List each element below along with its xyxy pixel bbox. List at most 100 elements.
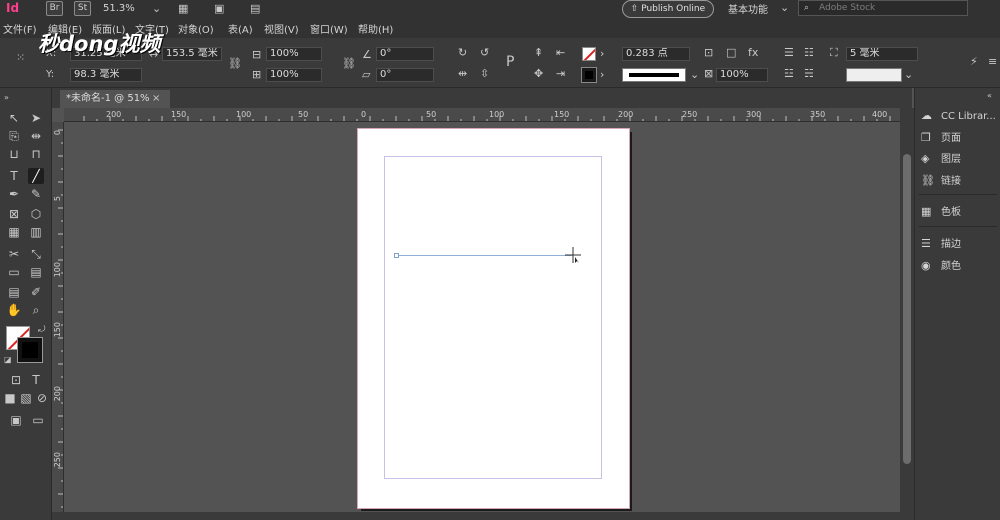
view-options-icon[interactable]: ▦ [178, 3, 188, 15]
free-transform-tool-icon[interactable]: ⤡ [28, 246, 44, 262]
panel-links[interactable]: ⛓ 链接 [921, 173, 1000, 189]
menu-help[interactable]: 帮助(H) [358, 21, 393, 36]
chevron-right-icon[interactable]: › [600, 48, 604, 60]
arrange-documents-icon[interactable]: ▤ [250, 3, 260, 15]
stroke-swatch[interactable] [581, 67, 597, 83]
rotation-angle-field[interactable]: 0° [376, 47, 434, 61]
shear-angle-field[interactable]: 0° [376, 68, 434, 82]
scrollbar-thumb[interactable] [903, 154, 911, 464]
panel-pages[interactable]: ❐ 页面 [921, 130, 1000, 146]
chevron-down-icon[interactable]: ⌄ [904, 69, 913, 81]
text-wrap-icon[interactable]: ⊡ [704, 47, 713, 59]
screen-mode-icon[interactable]: ▣ [214, 3, 224, 15]
panel-color[interactable]: ◉ 颜色 [921, 258, 1000, 274]
gradient-swatch-tool-icon[interactable]: ▭ [6, 264, 22, 280]
quick-apply-icon[interactable]: ⚡ [970, 56, 978, 68]
menu-file[interactable]: 文件(F) [3, 21, 37, 36]
panel-menu-icon[interactable]: ≡ [988, 56, 997, 68]
zoom-level[interactable]: 51.3% [103, 3, 135, 14]
workspace-switcher[interactable]: 基本功能 [728, 1, 768, 16]
pen-tool-icon[interactable]: ✒ [6, 186, 22, 202]
panel-layers[interactable]: ◈ 图层 [921, 151, 1000, 167]
rotate-ccw-icon[interactable]: ↺ [480, 47, 489, 59]
menu-object[interactable]: 对象(O) [178, 21, 214, 36]
vertical-scrollbar[interactable] [900, 108, 914, 520]
apply-none-icon[interactable]: ⊘ [34, 390, 50, 406]
opacity-field[interactable]: 100% [716, 68, 768, 82]
stroke-weight-field[interactable]: 0.283 点 [622, 47, 690, 61]
select-container-icon[interactable]: ⇞ [534, 47, 543, 59]
align-center-icon[interactable]: ☳ [784, 68, 794, 80]
select-previous-icon[interactable]: ⇤ [556, 47, 565, 59]
selection-tool-icon[interactable]: ↖ [6, 110, 22, 126]
bridge-button[interactable]: Br [46, 1, 63, 16]
scale-y-field[interactable]: 100% [266, 68, 322, 82]
indesign-app-icon[interactable]: Id [6, 1, 19, 15]
screen-mode-icon[interactable]: ▭ [30, 412, 46, 428]
collapse-panel-icon[interactable]: « [987, 90, 992, 102]
collapse-panel-icon[interactable]: » [4, 92, 9, 104]
gap-tool-icon[interactable]: ⇹ [28, 128, 44, 144]
stroke-type-selector[interactable] [622, 68, 686, 82]
direct-selection-tool-icon[interactable]: ➤ [28, 110, 44, 126]
type-tool-icon[interactable]: T [6, 168, 22, 184]
rotate-cw-icon[interactable]: ↻ [458, 47, 467, 59]
width-field[interactable]: 153.5 毫米 [162, 47, 222, 61]
scissors-tool-icon[interactable]: ✂ [6, 246, 22, 262]
auto-fit-icon[interactable]: ⛶ [830, 47, 838, 59]
align-icon[interactable]: ☰ [784, 47, 794, 59]
note-tool-icon[interactable]: ▤ [6, 284, 22, 300]
swap-colors-icon[interactable]: ⤾ [38, 324, 46, 336]
constrain-proportions-icon[interactable]: ⛓ [228, 58, 242, 70]
panel-stroke[interactable]: ☰ 描边 [921, 236, 1000, 252]
chevron-down-icon[interactable]: ⌄ [780, 2, 789, 14]
menu-view[interactable]: 视图(V) [264, 21, 299, 36]
chevron-right-icon[interactable]: › [600, 69, 604, 81]
menu-window[interactable]: 窗口(W) [310, 21, 348, 36]
grid-tool-icon[interactable]: ▥ [28, 224, 44, 240]
flip-horizontal-icon[interactable]: ⇹ [458, 68, 467, 80]
fill-swatch[interactable] [582, 47, 596, 61]
content-collector-tool-icon[interactable]: ⊔ [6, 146, 22, 162]
adobe-stock-search-input[interactable]: ⌕ Adobe Stock [798, 0, 968, 16]
stock-button[interactable]: St [74, 1, 91, 16]
panel-swatches[interactable]: ▦ 色板 [921, 204, 1000, 220]
default-colors-icon[interactable]: ◪ [4, 354, 12, 366]
gradient-feather-tool-icon[interactable]: ▤ [28, 264, 44, 280]
publish-online-button[interactable]: ⇧ Publish Online [622, 0, 714, 18]
drawn-line-object[interactable] [396, 255, 572, 256]
apply-gradient-icon[interactable]: ▧ [18, 390, 34, 406]
select-content-icon[interactable]: ✥ [534, 68, 543, 80]
vertical-ruler[interactable]: 0 5 100 150 200 250 [52, 122, 64, 520]
table-tool-icon[interactable]: ▦ [6, 224, 22, 240]
polygon-tool-icon[interactable]: ⬡ [28, 206, 44, 222]
effects-icon[interactable]: fx [748, 47, 758, 59]
view-mode-icon[interactable]: ▣ [8, 412, 24, 428]
pencil-tool-icon[interactable]: ✎ [28, 186, 44, 202]
reference-point-icon[interactable]: ⁙ [16, 52, 25, 64]
offset-field[interactable]: 5 毫米 [846, 47, 918, 61]
path-text-icon[interactable]: P [506, 55, 514, 69]
eyedropper-tool-icon[interactable]: ✐ [28, 284, 44, 300]
chevron-down-icon[interactable]: ⌄ [152, 3, 161, 15]
distribute-icon[interactable]: ☷ [804, 47, 814, 59]
page-tool-icon[interactable]: ⎘ [6, 128, 22, 144]
formatting-container-icon[interactable]: ⊡ [8, 372, 24, 388]
hand-tool-icon[interactable]: ✋ [6, 302, 22, 318]
content-placer-tool-icon[interactable]: ⊓ [28, 146, 44, 162]
y-position-field[interactable]: 98.3 毫米 [70, 68, 142, 82]
close-tab-icon[interactable]: × [152, 93, 160, 105]
line-start-anchor[interactable] [394, 253, 399, 258]
stroke-color-box[interactable] [17, 337, 43, 363]
menu-table[interactable]: 表(A) [228, 21, 253, 36]
object-style-field[interactable] [846, 68, 902, 82]
zoom-tool-icon[interactable]: ⌕ [28, 302, 44, 318]
horizontal-ruler[interactable]: 200 150 100 50 0 50 100 150 200 250 300 … [64, 108, 900, 122]
scale-x-field[interactable]: 100% [266, 47, 322, 61]
select-next-icon[interactable]: ⇥ [556, 68, 565, 80]
apply-color-icon[interactable]: ■ [2, 390, 18, 406]
document-page[interactable] [357, 128, 630, 509]
panel-cc-libraries[interactable]: ☁ CC Librar... [921, 108, 1000, 124]
distribute-space-icon[interactable]: ☵ [804, 68, 814, 80]
line-tool-icon[interactable]: ╱ [28, 168, 44, 184]
